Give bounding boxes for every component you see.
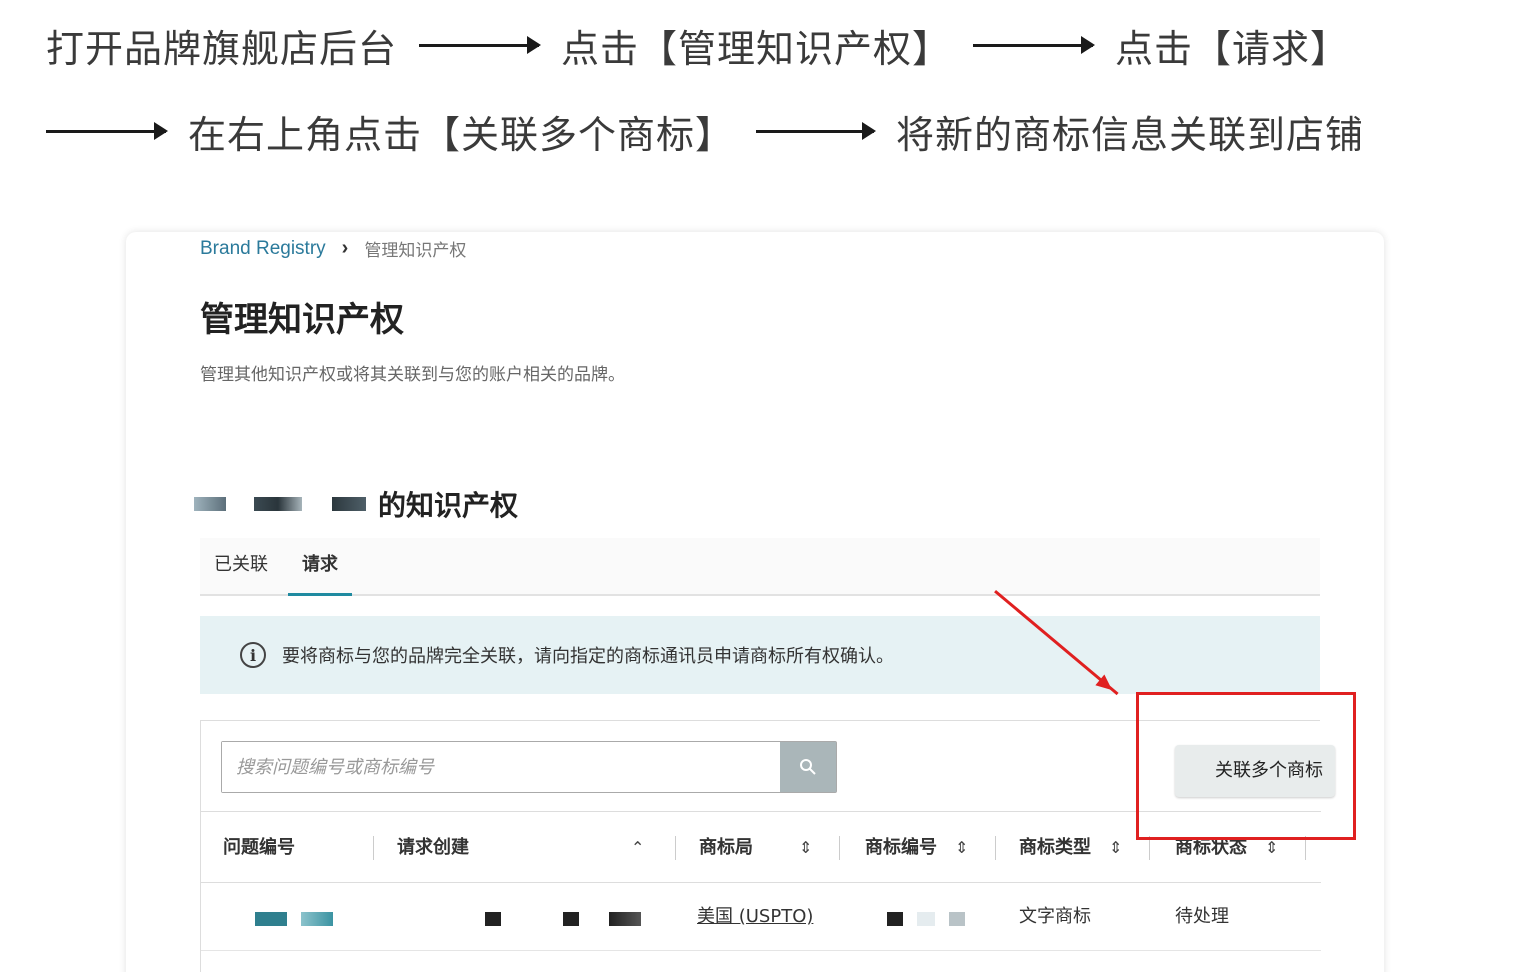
column-divider <box>373 836 374 860</box>
sort-asc-icon[interactable]: ⌃ <box>631 812 644 884</box>
instruction-line-1: 打开品牌旗舰店后台 点击【管理知识产权】 点击【请求】 <box>46 18 1349 73</box>
column-divider <box>995 836 996 860</box>
tab-linked[interactable]: 已关联 <box>200 538 282 594</box>
column-trademark-number[interactable]: 商标编号 <box>865 812 937 884</box>
instruction-step-5: 将新的商标信息关联到店铺 <box>896 113 1365 157</box>
annotation-highlight-box <box>1136 692 1356 840</box>
column-request-created[interactable]: 请求创建 <box>397 812 469 884</box>
chevron-right-icon: › <box>341 237 349 259</box>
arrow-right-icon <box>973 36 1096 54</box>
tab-requests[interactable]: 请求 <box>288 538 352 596</box>
sort-icon[interactable]: ⇕ <box>1109 812 1122 884</box>
ip-section-header: 的知识产权 <box>194 484 518 524</box>
instruction-step-1: 打开品牌旗舰店后台 <box>46 27 398 71</box>
cell-trademark-office: 美国 (USPTO) <box>697 906 814 927</box>
redacted-issue-number <box>255 912 287 926</box>
column-divider <box>839 836 840 860</box>
ip-section-title: 的知识产权 <box>378 489 519 522</box>
redacted-trademark-number <box>949 912 965 926</box>
cell-trademark-type: 文字商标 <box>1019 906 1091 927</box>
breadcrumb: Brand Registry › 管理知识产权 <box>200 236 466 261</box>
table-row[interactable]: 美国 (USPTO) 文字商标 待处理 <box>201 883 1321 951</box>
redacted-brand-name <box>254 497 302 511</box>
cell-trademark-status: 待处理 <box>1175 906 1229 927</box>
column-trademark-type[interactable]: 商标类型 <box>1019 812 1091 884</box>
redacted-request-date <box>563 912 579 926</box>
search-button[interactable] <box>780 742 836 792</box>
redacted-brand-name <box>194 497 226 511</box>
redacted-brand-name <box>332 497 366 511</box>
column-trademark-office[interactable]: 商标局 <box>699 812 753 884</box>
redacted-trademark-number <box>887 912 903 926</box>
search-box <box>221 741 837 793</box>
instruction-step-3: 点击【请求】 <box>1115 27 1350 71</box>
brand-registry-screenshot: Brand Registry › 管理知识产权 管理知识产权 管理其他知识产权或… <box>126 232 1384 972</box>
search-icon <box>800 759 816 775</box>
arrow-right-icon <box>419 36 542 54</box>
page-title: 管理知识产权 <box>200 300 404 340</box>
info-icon: i <box>240 642 266 668</box>
redacted-request-date <box>609 912 641 926</box>
sort-icon[interactable]: ⇕ <box>799 812 812 884</box>
redacted-issue-number <box>301 912 333 926</box>
page-description: 管理其他知识产权或将其关联到与您的账户相关的品牌。 <box>200 365 625 385</box>
instruction-line-2: 在右上角点击【关联多个商标】 将新的商标信息关联到店铺 <box>46 104 1364 159</box>
instruction-step-4: 在右上角点击【关联多个商标】 <box>188 113 735 157</box>
redacted-trademark-number <box>917 912 935 926</box>
tab-bar: 已关联 请求 <box>200 538 1320 596</box>
arrow-right-icon <box>756 122 877 140</box>
search-input[interactable] <box>222 742 780 792</box>
column-divider <box>675 836 676 860</box>
breadcrumb-current: 管理知识产权 <box>364 241 467 260</box>
column-issue-number[interactable]: 问题编号 <box>223 812 295 884</box>
sort-icon[interactable]: ⇕ <box>955 812 968 884</box>
arrow-right-icon <box>46 122 168 140</box>
info-banner-text: 要将商标与您的品牌完全关联，请向指定的商标通讯员申请商标所有权确认。 <box>282 646 894 667</box>
info-banner: i 要将商标与您的品牌完全关联，请向指定的商标通讯员申请商标所有权确认。 <box>200 616 1320 694</box>
redacted-request-date <box>485 912 501 926</box>
instruction-step-2: 点击【管理知识产权】 <box>561 27 952 71</box>
breadcrumb-brand-registry[interactable]: Brand Registry <box>200 238 326 260</box>
